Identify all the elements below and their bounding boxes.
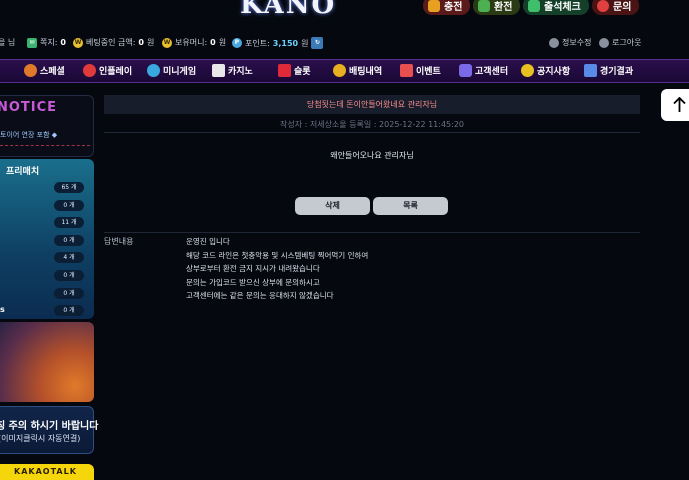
match-label: s	[0, 305, 5, 314]
notice-panel[interactable]: NOTICE 토이어 연장 포함 ◆	[0, 95, 94, 157]
power-icon	[599, 37, 609, 48]
match-count[interactable]: 0 개	[54, 270, 84, 281]
nav-item-special[interactable]: 스페셜	[24, 64, 65, 77]
attendance-check-button[interactable]: 출석체크	[523, 0, 589, 15]
match-count[interactable]: 0 개	[54, 200, 84, 211]
scroll-to-top-button[interactable]	[661, 89, 689, 121]
arrow-up-icon	[673, 97, 686, 112]
seven-icon	[278, 64, 291, 77]
promo-banner[interactable]	[0, 322, 94, 402]
match-count[interactable]: 11 개	[54, 217, 84, 228]
answer-line: 운영진 입니다	[186, 237, 230, 246]
match-count[interactable]: 0 개	[54, 235, 84, 246]
nav-item-event[interactable]: 이벤트	[400, 64, 441, 77]
betting-amount: W 베팅중인 금액: 0 원	[73, 37, 155, 48]
money-balance: W 보유머니: 0 원	[162, 37, 227, 48]
nav-item-bet-history[interactable]: 배팅내역	[333, 64, 382, 77]
inquiry-button[interactable]: 문의	[592, 0, 640, 15]
answer-line: 상부로부터 환전 금지 지시가 내려왔습니다	[186, 264, 320, 273]
nav-item-minigame[interactable]: 미니게임	[147, 64, 196, 77]
prematch-panel: 프리매치 65 개 0 개 11 개 0 개 4 개 0 개 0 개 0 개 s	[0, 159, 94, 319]
match-count[interactable]: 4 개	[54, 252, 84, 263]
play-icon	[83, 64, 96, 77]
coin-icon: W	[162, 37, 172, 48]
messages-link[interactable]: ✉ 쪽지: 0	[27, 37, 66, 48]
point-balance: P 포인트: 3,150 원 ↻	[232, 37, 324, 49]
envelope-icon: ✉	[27, 37, 37, 48]
match-count[interactable]: 65 개	[54, 182, 84, 193]
nav-item-slot[interactable]: 슬롯	[278, 64, 311, 77]
match-count[interactable]: 0 개	[54, 305, 84, 316]
kakaotalk-banner[interactable]: KAKAOTALK	[0, 464, 94, 480]
list-button[interactable]: 목록	[373, 197, 448, 215]
scoreboard-icon	[584, 64, 597, 77]
warning-line1: 칭 주의 하시기 바랍니다	[0, 421, 99, 432]
nav-item-notice[interactable]: 공지사항	[521, 64, 570, 77]
user-icon	[549, 37, 559, 48]
calendar-icon	[400, 64, 413, 77]
basketball-icon	[24, 64, 37, 77]
match-count[interactable]: 0 개	[54, 288, 84, 299]
nav-item-support[interactable]: 고객센터	[459, 64, 508, 77]
divider	[104, 232, 640, 233]
attendance-check-label: 출석체크	[544, 2, 581, 13]
logout-link[interactable]: 로그아웃	[599, 37, 641, 48]
notice-title: NOTICE	[0, 100, 58, 115]
divider	[104, 132, 640, 133]
post-body: 왜안들어오나요 관리자님	[330, 151, 414, 160]
answer-line: 문의는 가입코드 받으신 상부에 문의하시고	[186, 278, 320, 287]
delete-button[interactable]: 삭제	[295, 197, 370, 215]
warning-line2: (이미지클릭시 자동연결)	[0, 434, 81, 443]
refresh-icon[interactable]: ↻	[311, 37, 324, 49]
prematch-title: 프리매치	[6, 167, 40, 177]
profile-edit-link[interactable]: 정보수정	[549, 37, 591, 48]
eye-icon	[147, 64, 160, 77]
bell-icon	[521, 64, 534, 77]
trophy-icon	[333, 64, 346, 77]
post-title: 당첨됫는데 돈이안들어왔네요 관리자님	[104, 95, 640, 114]
exchange-icon	[478, 0, 490, 12]
charge-label: 충전	[444, 2, 463, 13]
nav-item-results[interactable]: 경기결과	[584, 64, 633, 77]
notice-text[interactable]: 토이어 연장 포함 ◆	[0, 130, 57, 140]
user-info-bar: 을 님 ✉ 쪽지: 0 W 베팅중인 금액: 0 원 W 보유머니: 0 원 P…	[0, 34, 689, 52]
coin-icon: W	[73, 37, 83, 48]
answer-label: 답변내용	[104, 237, 134, 246]
charge-icon	[428, 0, 440, 12]
warning-banner[interactable]: 칭 주의 하시기 바랍니다 (이미지클릭시 자동연결)	[0, 406, 98, 454]
nav-item-casino[interactable]: 카지노	[212, 64, 253, 77]
main-nav: 스페셜 인플레이 미니게임 카지노 슬롯 배팅내역 이벤트 고객센터 공지사항 …	[0, 59, 689, 83]
inquiry-label: 문의	[613, 2, 632, 13]
notice-divider	[0, 145, 90, 146]
playing-card-icon	[212, 64, 225, 77]
inquiry-icon	[597, 0, 609, 12]
exchange-label: 환전	[494, 2, 513, 13]
nav-item-inplay[interactable]: 인플레이	[83, 64, 132, 77]
charge-button[interactable]: 충전	[423, 0, 471, 15]
user-name: 을 님	[0, 38, 16, 47]
exchange-button[interactable]: 환전	[473, 0, 521, 15]
chat-icon	[459, 64, 472, 77]
attendance-check-icon	[528, 0, 540, 12]
kakaotalk-label: KAKAOTALK	[14, 467, 77, 476]
answer-line: 고객센터에는 같은 문의는 응대하지 않겠습니다	[186, 291, 334, 300]
answer-line: 해당 코드 라인은 첫충악용 및 시스템베팅 찍어먹기 인하여	[186, 251, 369, 260]
top-header: KANO 충전 환전 출석체크 문의	[0, 0, 689, 20]
point-icon: P	[232, 38, 242, 48]
site-logo[interactable]: KANO	[240, 0, 336, 20]
post-meta: 작성자 : 저세상소울 등록일 : 2025-12-22 11:45:20	[279, 120, 465, 129]
